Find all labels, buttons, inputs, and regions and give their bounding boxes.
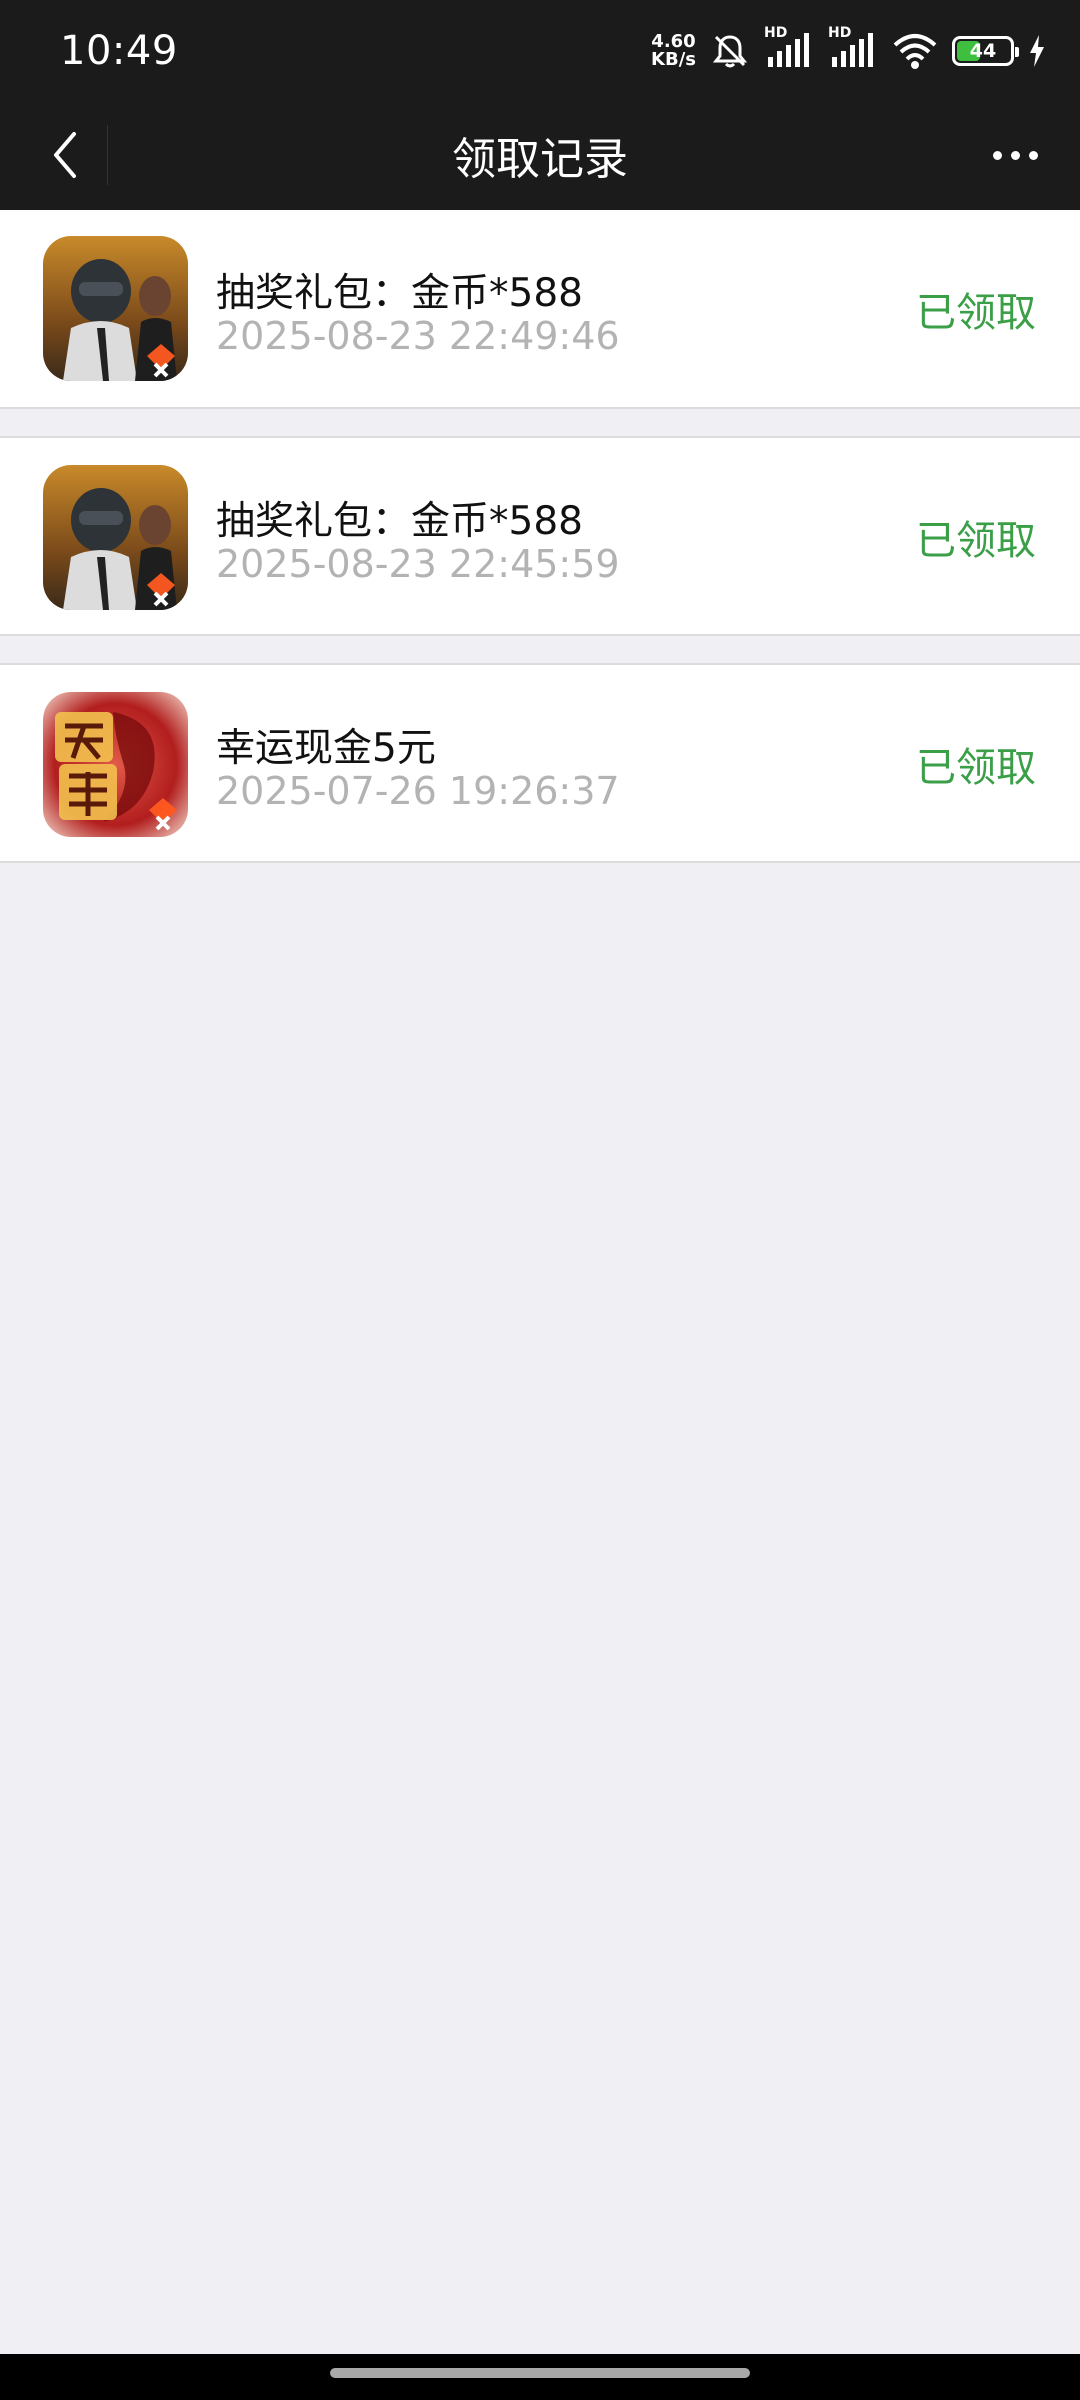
page-title: 领取记录 bbox=[452, 134, 628, 185]
nav-divider bbox=[107, 125, 108, 185]
record-item[interactable]: 抽奖礼包：金币*588 2025-08-23 22:45:59 已领取 bbox=[0, 436, 1080, 636]
more-button[interactable] bbox=[980, 120, 1050, 190]
battery-nub bbox=[1015, 47, 1019, 57]
home-indicator[interactable] bbox=[330, 2368, 750, 2378]
battery-level: 44 bbox=[969, 40, 997, 62]
record-title: 幸运现金5元 bbox=[216, 726, 436, 771]
battery-icon: 44 bbox=[952, 36, 1019, 66]
record-time: 2025-07-26 19:26:37 bbox=[216, 769, 620, 813]
nav-bar: 领取记录 bbox=[0, 100, 1080, 210]
signal-icon: HD bbox=[764, 25, 814, 71]
status-bar: 10:49 4.60 KB/s HD HD 44 bbox=[0, 0, 1080, 100]
status-label: 已领取 bbox=[916, 745, 1036, 791]
signal-icon: HD bbox=[828, 25, 878, 71]
record-time: 2025-08-23 22:49:46 bbox=[216, 314, 620, 358]
wifi-icon bbox=[892, 31, 938, 71]
record-item[interactable]: 抽奖礼包：金币*588 2025-08-23 22:49:46 已领取 bbox=[0, 210, 1080, 409]
back-button[interactable] bbox=[30, 120, 100, 190]
status-icons: 4.60 KB/s HD HD 44 bbox=[651, 25, 1046, 74]
game-icon-tianlong bbox=[43, 692, 188, 837]
status-time: 10:49 bbox=[60, 28, 178, 74]
network-speed-unit: KB/s bbox=[651, 49, 696, 70]
mute-icon bbox=[710, 31, 750, 71]
network-speed: 4.60 KB/s bbox=[651, 33, 696, 69]
record-title: 抽奖礼包：金币*588 bbox=[216, 499, 583, 544]
gesture-bar bbox=[0, 2354, 1080, 2400]
more-dots-icon bbox=[992, 150, 1002, 160]
game-icon-pubg bbox=[43, 465, 188, 610]
status-label: 已领取 bbox=[916, 290, 1036, 336]
chevron-left-icon bbox=[54, 132, 76, 178]
signal-hd-label: HD bbox=[828, 25, 852, 41]
record-time: 2025-08-23 22:45:59 bbox=[216, 542, 620, 586]
signal-hd-label: HD bbox=[764, 25, 788, 41]
record-item[interactable]: 幸运现金5元 2025-07-26 19:26:37 已领取 bbox=[0, 663, 1080, 863]
record-title: 抽奖礼包：金币*588 bbox=[216, 271, 583, 316]
status-label: 已领取 bbox=[916, 518, 1036, 564]
screen: 10:49 4.60 KB/s HD HD 44 领取记录 抽奖礼包：金币*58… bbox=[0, 0, 1080, 2400]
more-dots-icon bbox=[1028, 150, 1038, 160]
charging-icon bbox=[1028, 34, 1046, 68]
more-dots-icon bbox=[1010, 150, 1020, 160]
game-icon-pubg bbox=[43, 236, 188, 381]
